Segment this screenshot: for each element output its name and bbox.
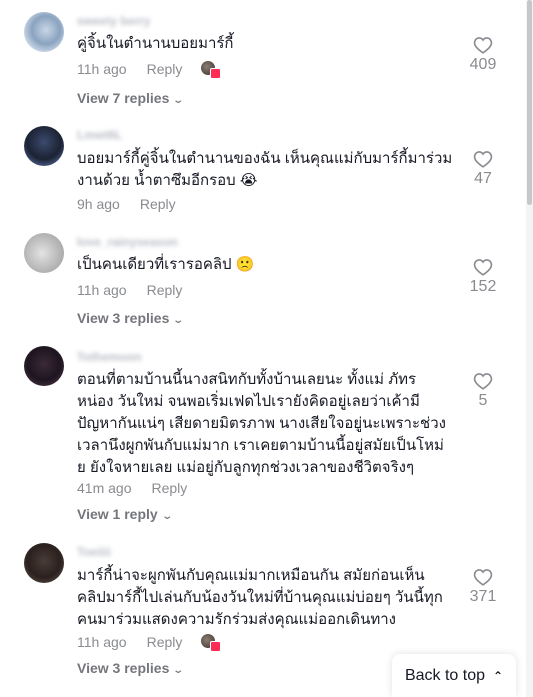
chevron-down-icon: ⌄ bbox=[172, 665, 185, 676]
chevron-down-icon: ⌄ bbox=[172, 315, 185, 326]
double-chevron-up-icon: ⌃ bbox=[492, 668, 504, 683]
comment-text: เป็นคนเดียวที่เรารอคลิป 🙁 bbox=[77, 256, 255, 273]
comment-text: มาร์กี้น่าจะผูกพันกับคุณแม่มากเหมือนกัน … bbox=[77, 567, 443, 628]
creator-liked-badge bbox=[201, 61, 222, 79]
like-count: 5 bbox=[478, 392, 488, 409]
view-replies-button[interactable]: View 3 replies ⌄ bbox=[77, 310, 185, 326]
back-to-top-label: Back to top bbox=[404, 666, 485, 684]
avatar[interactable] bbox=[24, 12, 64, 52]
heart-outline-icon bbox=[473, 37, 493, 54]
creator-liked-badge bbox=[201, 634, 222, 652]
like-button[interactable]: 47 bbox=[462, 150, 504, 188]
like-count: 47 bbox=[474, 170, 492, 187]
comment-text: คู่จิ้นในตำนานบอยมาร์กี้ bbox=[77, 35, 234, 52]
like-count: 409 bbox=[469, 56, 497, 73]
scrollbar-thumb[interactable] bbox=[527, 0, 532, 205]
comment-text: บอยมาร์กี้คู่จิ้นในตำนานของฉัน เห็นคุณแม… bbox=[77, 150, 453, 189]
avatar[interactable] bbox=[24, 126, 64, 166]
view-replies-label: View 3 replies bbox=[77, 660, 170, 676]
view-replies-label: View 1 reply bbox=[77, 506, 158, 522]
like-button[interactable]: 409 bbox=[462, 36, 504, 74]
chevron-down-icon: ⌄ bbox=[172, 95, 185, 106]
username[interactable]: sweety berry bbox=[77, 14, 150, 28]
timestamp: 11h ago bbox=[77, 282, 127, 298]
comment-meta: 11h ago Reply bbox=[77, 282, 182, 298]
view-replies-button[interactable]: View 1 reply ⌄ bbox=[77, 506, 173, 522]
like-button[interactable]: 5 bbox=[462, 372, 504, 410]
username[interactable]: love_rainyseason bbox=[77, 235, 178, 249]
heart-outline-icon bbox=[473, 373, 493, 390]
reply-button[interactable]: Reply bbox=[151, 480, 187, 496]
like-button[interactable]: 152 bbox=[462, 258, 504, 296]
reply-button[interactable]: Reply bbox=[140, 196, 176, 212]
comment-meta: 41m ago Reply bbox=[77, 480, 187, 496]
reply-button[interactable]: Reply bbox=[147, 61, 183, 77]
heart-outline-icon bbox=[473, 569, 493, 586]
avatar[interactable] bbox=[24, 233, 64, 273]
heart-outline-icon bbox=[473, 259, 493, 276]
view-replies-label: View 7 replies bbox=[77, 90, 170, 106]
heart-outline-icon bbox=[473, 151, 493, 168]
like-count: 371 bbox=[469, 588, 497, 605]
timestamp: 9h ago bbox=[77, 196, 120, 212]
avatar[interactable] bbox=[24, 543, 64, 583]
back-to-top-button[interactable]: Back to top ⌃ bbox=[392, 654, 516, 697]
timestamp: 41m ago bbox=[77, 480, 132, 496]
comment-text: ตอนที่ตามบ้านนี้นางสนิทกับทั้งบ้านเลยนะ … bbox=[77, 371, 446, 476]
reply-button[interactable]: Reply bbox=[147, 282, 183, 298]
view-replies-label: View 3 replies bbox=[77, 310, 170, 326]
comment-meta: 11h ago Reply bbox=[77, 634, 222, 652]
timestamp: 11h ago bbox=[77, 61, 127, 77]
username[interactable]: Lmwt6L bbox=[77, 128, 122, 142]
comment-meta: 9h ago Reply bbox=[77, 196, 176, 212]
timestamp: 11h ago bbox=[77, 634, 127, 650]
username[interactable]: Toeiiii bbox=[77, 545, 111, 559]
comment-meta: 11h ago Reply bbox=[77, 61, 222, 79]
chevron-down-icon: ⌄ bbox=[161, 511, 173, 522]
view-replies-button[interactable]: View 7 replies ⌄ bbox=[77, 90, 185, 106]
username[interactable]: Tothemoon bbox=[77, 350, 141, 364]
like-count: 152 bbox=[469, 278, 497, 295]
avatar[interactable] bbox=[24, 346, 64, 386]
view-replies-button[interactable]: View 3 replies ⌄ bbox=[77, 660, 185, 676]
reply-button[interactable]: Reply bbox=[147, 634, 183, 650]
like-button[interactable]: 371 bbox=[462, 568, 504, 606]
